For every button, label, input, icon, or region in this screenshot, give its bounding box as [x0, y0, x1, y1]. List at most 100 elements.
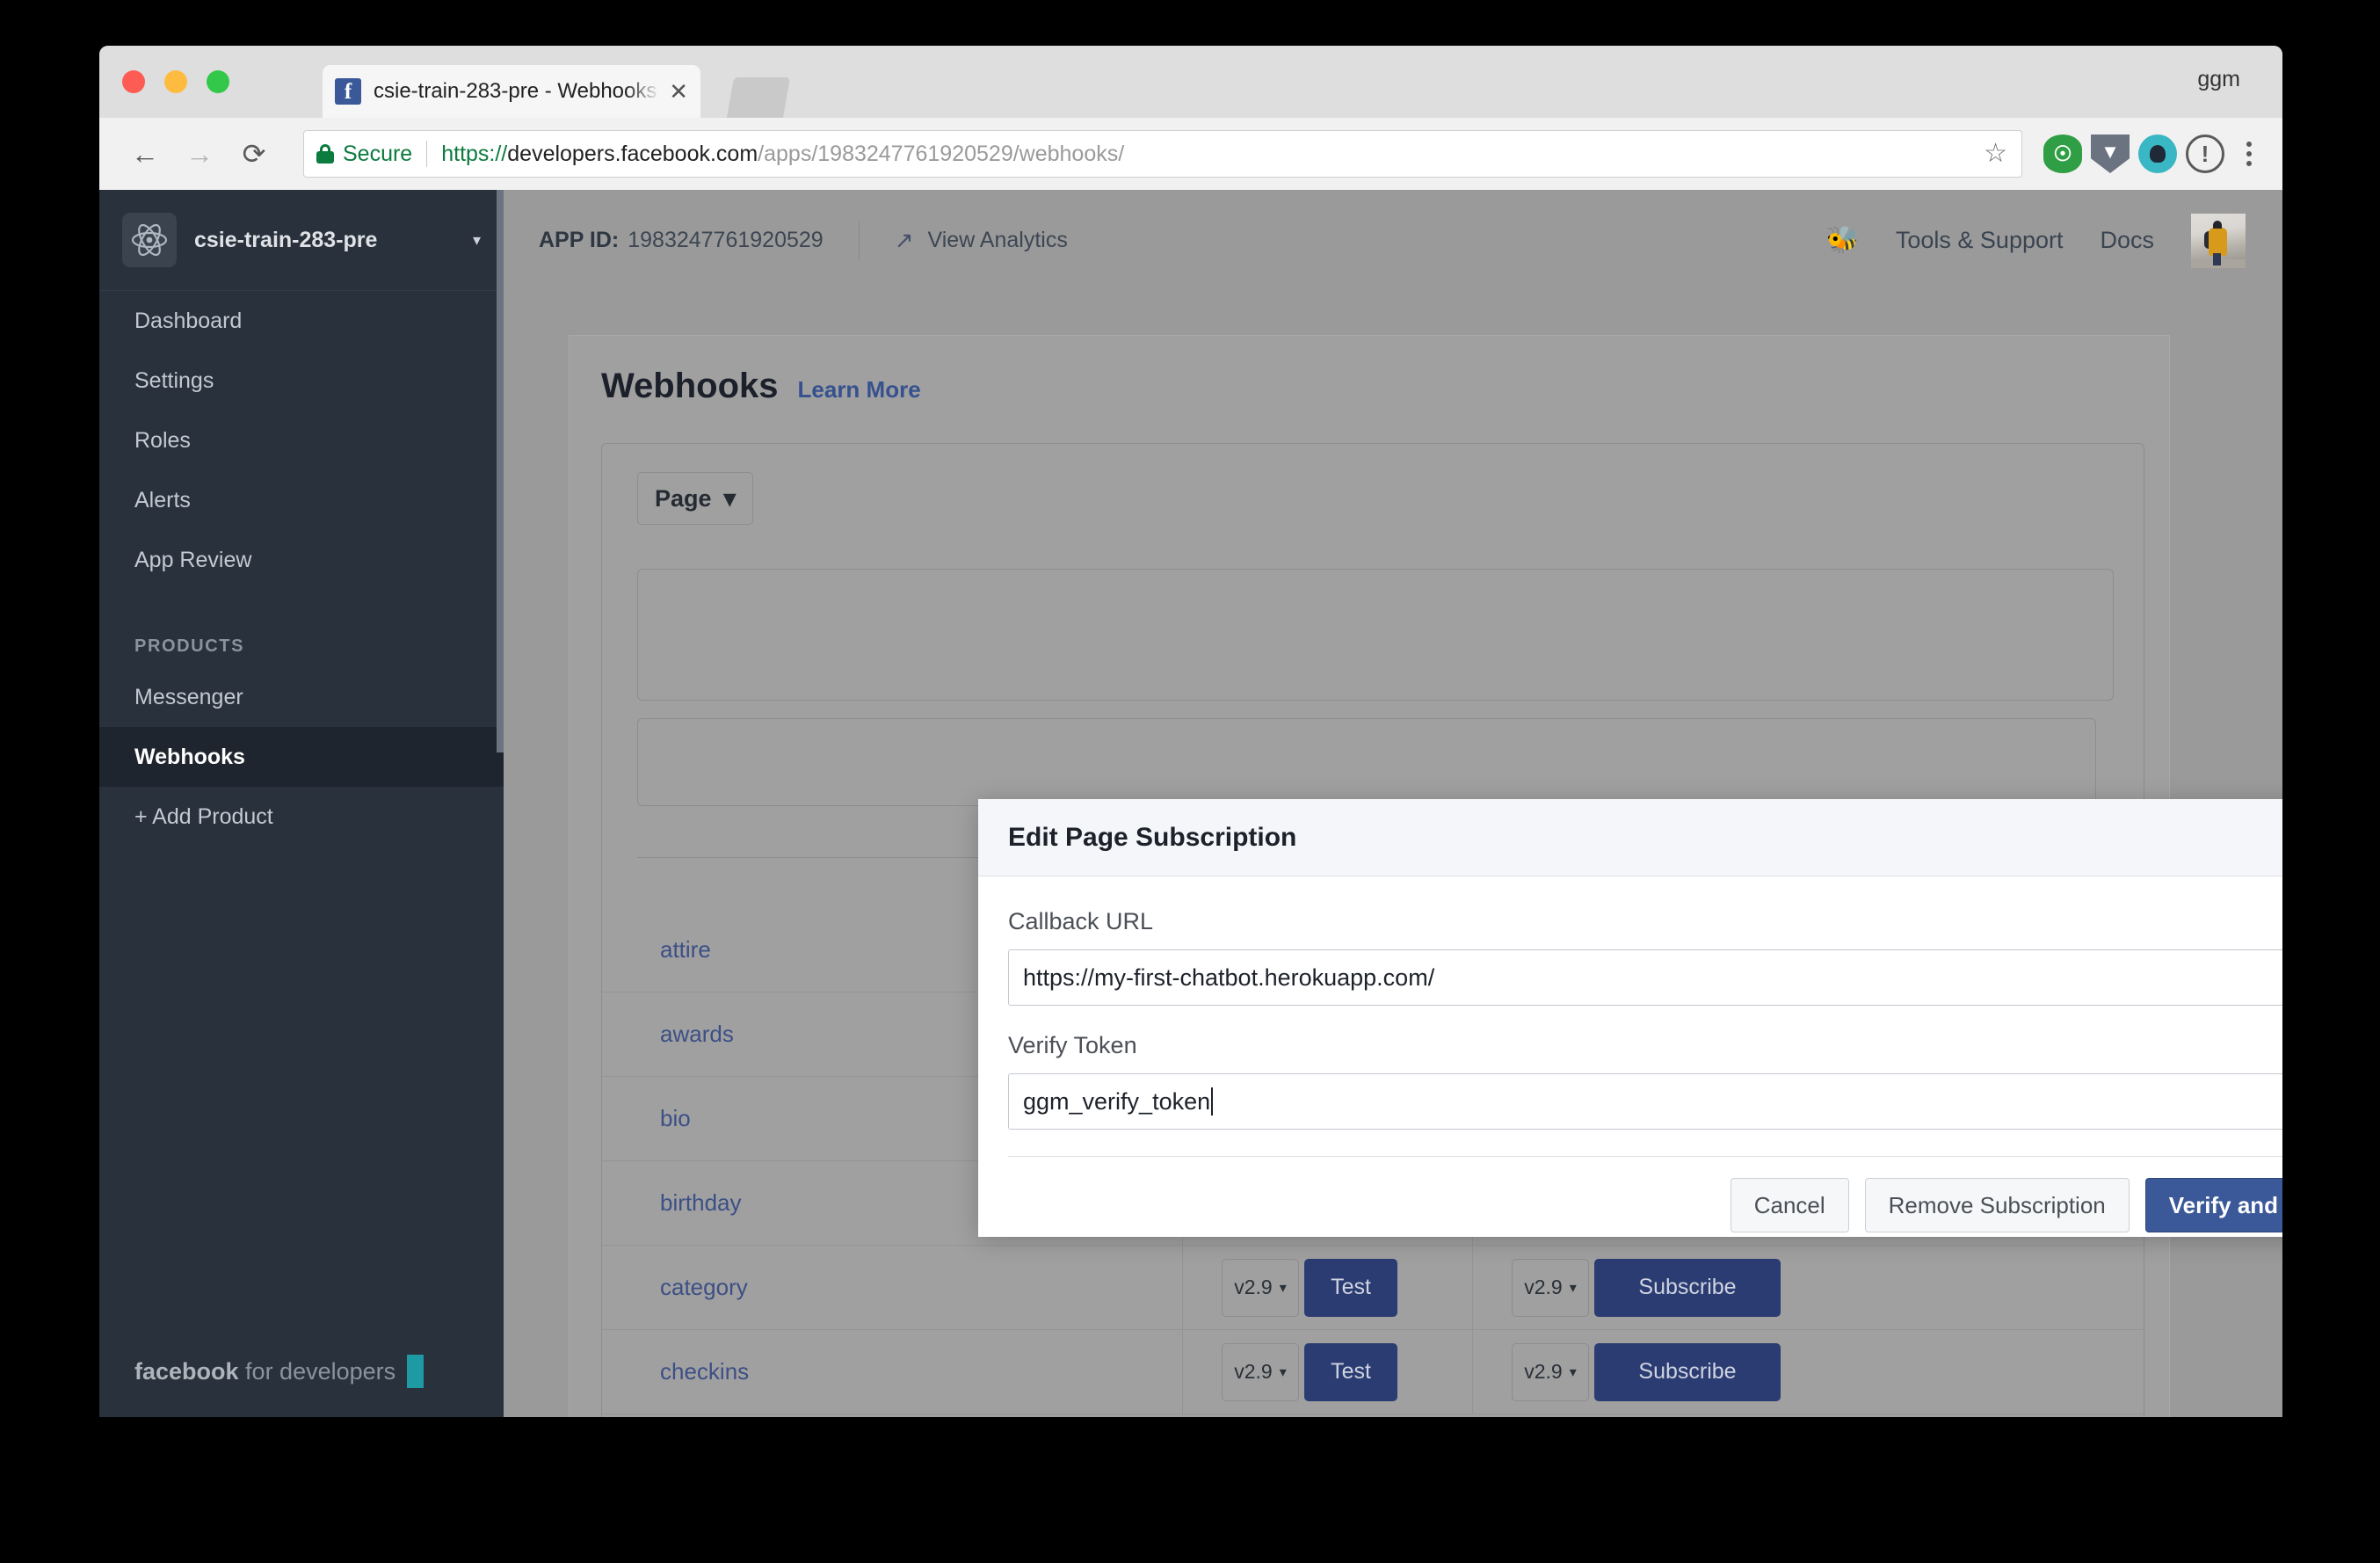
view-analytics-label: View Analytics: [927, 228, 1068, 252]
sidebar-item-app-review[interactable]: App Review: [99, 530, 504, 590]
sidebar-item-label: App Review: [134, 547, 252, 572]
tools-and-support-link[interactable]: Tools & Support: [1896, 227, 2064, 254]
close-window-button[interactable]: [122, 70, 145, 93]
browser-tab[interactable]: f csie-train-283-pre - Webhooks ✕: [323, 65, 700, 118]
table-row: checkins v2.9 ▾ Test v2.9 ▾ Subscribe: [602, 1329, 2145, 1414]
avatar[interactable]: [2191, 213, 2246, 268]
dashlane-icon[interactable]: ▼: [2091, 134, 2130, 173]
header-divider: [858, 221, 860, 260]
sidebar-item-label: Messenger: [134, 684, 243, 709]
sidebar-app-name: csie-train-283-pre: [194, 227, 378, 252]
remove-subscription-button[interactable]: Remove Subscription: [1864, 1178, 2130, 1232]
browser-profile-name[interactable]: ggm: [2197, 67, 2240, 92]
pocket-icon[interactable]: [2138, 134, 2177, 173]
chevron-down-icon: ▾: [1569, 1364, 1577, 1380]
sidebar-item-dashboard[interactable]: Dashboard: [99, 291, 504, 351]
minimize-window-button[interactable]: [164, 70, 187, 93]
sidebar-scrollbar[interactable]: [497, 190, 504, 752]
lock-icon: [316, 144, 334, 164]
docs-link[interactable]: Docs: [2100, 227, 2154, 254]
new-tab-button[interactable]: [726, 77, 791, 118]
sidebar-footer-logo: facebook for developers: [99, 1326, 504, 1417]
subscribe-button[interactable]: Subscribe: [1594, 1342, 1781, 1401]
test-cell: v2.9 ▾ Test: [1182, 1245, 1472, 1330]
app-sidebar: csie-train-283-pre ▾ Dashboard Settings …: [99, 190, 504, 1417]
learn-more-link[interactable]: Learn More: [798, 376, 921, 403]
chevron-down-icon: ▾: [1279, 1280, 1287, 1296]
api-version-select[interactable]: v2.9 ▾: [1222, 1342, 1299, 1401]
sidebar-item-messenger[interactable]: Messenger: [99, 667, 504, 727]
sidebar-item-roles[interactable]: Roles: [99, 411, 504, 470]
chevron-down-icon: ▾: [723, 484, 736, 512]
sidebar-item-settings[interactable]: Settings: [99, 351, 504, 411]
sidebar-item-label: Roles: [134, 427, 191, 453]
forward-icon[interactable]: →: [175, 129, 224, 178]
teal-square-icon: [407, 1355, 424, 1388]
api-version-select[interactable]: v2.9 ▾: [1222, 1258, 1299, 1317]
subscribe-cell: v2.9 ▾ Subscribe: [1472, 1245, 1841, 1330]
api-version-select[interactable]: v2.9 ▾: [1512, 1258, 1589, 1317]
test-button[interactable]: Test: [1304, 1342, 1397, 1401]
sidebar-item-label: + Add Product: [134, 803, 273, 829]
main-content: APP ID: 1983247761920529 ↗ View Analytic…: [504, 190, 2282, 1417]
view-analytics-link[interactable]: ↗ View Analytics: [895, 227, 1068, 254]
modal-footer: Cancel Remove Subscription Verify and Sa…: [978, 1157, 2282, 1232]
verify-token-display-box: [637, 718, 2096, 806]
webhooks-title-row: Webhooks Learn More: [570, 336, 2169, 406]
callback-url-value: https://my-first-chatbot.herokuapp.com/: [1023, 963, 1435, 991]
sidebar-item-webhooks[interactable]: Webhooks: [99, 727, 504, 787]
object-type-dropdown[interactable]: Page ▾: [637, 472, 753, 525]
sidebar-item-label: Settings: [134, 367, 214, 393]
bug-icon[interactable]: 🐝: [1826, 225, 1859, 256]
maximize-window-button[interactable]: [207, 70, 229, 93]
browser-window: f csie-train-283-pre - Webhooks ✕ ggm ← …: [99, 46, 2282, 1417]
verify-token-label: Verify Token: [1008, 1032, 1137, 1058]
sidebar-item-alerts[interactable]: Alerts: [99, 470, 504, 530]
edit-page-subscription-modal: Edit Page Subscription ✕ Callback URL ht…: [978, 799, 2282, 1237]
sidebar-item-label: Dashboard: [134, 308, 243, 333]
trend-up-icon: ↗: [894, 227, 914, 253]
field-name[interactable]: category: [602, 1274, 1182, 1301]
address-bar-divider: [426, 141, 428, 167]
facebook-favicon-icon: f: [335, 78, 361, 105]
callback-url-label: Callback URL: [1008, 908, 1154, 934]
test-button[interactable]: Test: [1304, 1258, 1397, 1317]
app-id-label: APP ID:: [539, 228, 620, 252]
api-version-value: v2.9: [1524, 1360, 1563, 1383]
page-title: Webhooks: [601, 367, 779, 405]
chevron-down-icon: ▾: [1279, 1364, 1287, 1380]
app-id-value: 1983247761920529: [628, 228, 824, 252]
url-host: developers.facebook.com: [507, 141, 758, 166]
verify-and-save-button[interactable]: Verify and Save: [2144, 1178, 2282, 1232]
field-name[interactable]: checkins: [602, 1358, 1182, 1385]
info-icon[interactable]: !: [2186, 134, 2224, 173]
browser-tab-title: csie-train-283-pre - Webhooks: [374, 79, 657, 103]
sidebar-item-label: Alerts: [134, 487, 191, 513]
subscribe-button[interactable]: Subscribe: [1594, 1258, 1781, 1317]
address-bar[interactable]: Secure https://developers.facebook.com/a…: [303, 130, 2022, 178]
chevron-down-icon[interactable]: ▾: [473, 231, 481, 250]
api-version-select[interactable]: v2.9 ▾: [1512, 1342, 1589, 1401]
chevron-down-icon: ▾: [1569, 1280, 1577, 1296]
sidebar-app-selector[interactable]: csie-train-283-pre ▾: [99, 190, 504, 291]
callback-url-input[interactable]: https://my-first-chatbot.herokuapp.com/: [1008, 949, 2282, 1006]
reload-icon[interactable]: ⟳: [229, 129, 279, 178]
kebab-menu-icon[interactable]: [2237, 142, 2261, 166]
verify-token-value: ggm_verify_token: [1023, 1087, 1211, 1115]
test-cell: v2.9 ▾ Test: [1182, 1329, 1472, 1414]
bookmark-star-icon[interactable]: ☆: [1984, 141, 2007, 167]
back-icon[interactable]: ←: [120, 129, 170, 178]
sidebar-item-add-product[interactable]: + Add Product: [99, 787, 504, 847]
header-right-group: 🐝 Tools & Support Docs: [1826, 213, 2282, 268]
sidebar-section-products: PRODUCTS: [134, 636, 245, 656]
brand-bold: facebook: [134, 1357, 239, 1385]
modal-header: Edit Page Subscription ✕: [978, 799, 2282, 876]
text-cursor: [1211, 1087, 1214, 1116]
api-version-value: v2.9: [1234, 1360, 1273, 1383]
tab-close-icon[interactable]: ✕: [660, 80, 688, 103]
facebook-for-developers-logo: facebook for developers: [134, 1358, 395, 1385]
1password-icon[interactable]: ☉: [2043, 134, 2082, 173]
verify-token-input[interactable]: ggm_verify_token: [1008, 1073, 2282, 1130]
cancel-button[interactable]: Cancel: [1730, 1178, 1849, 1232]
callback-url-display-box: [637, 569, 2114, 701]
